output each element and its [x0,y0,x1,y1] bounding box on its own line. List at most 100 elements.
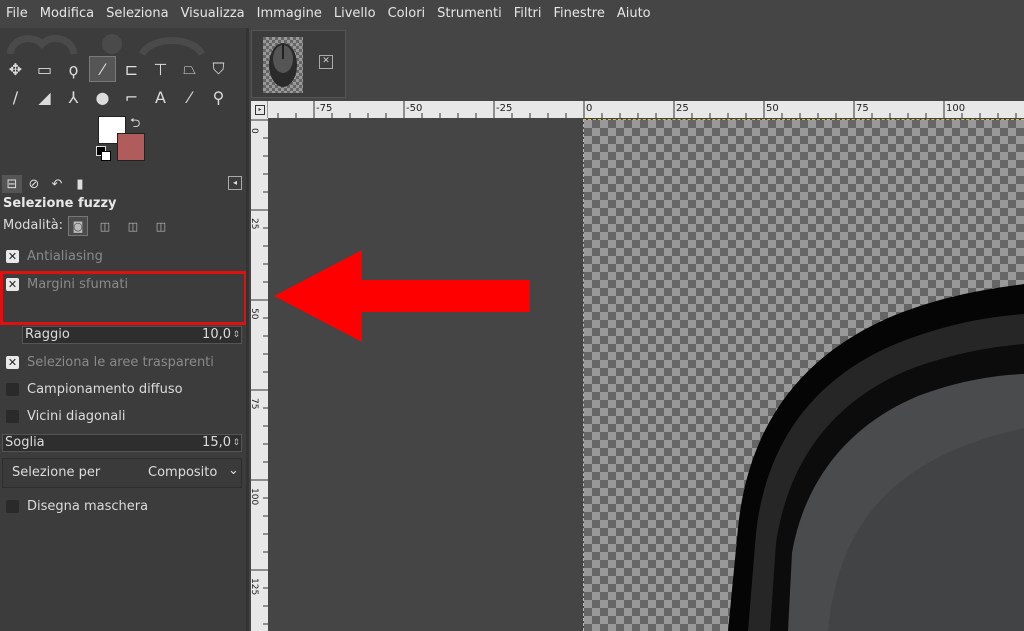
mode-add-icon[interactable]: ◫ [95,216,115,236]
antialiasing-checkbox[interactable]: ✕ Antialiasing [6,247,103,265]
threshold-value[interactable]: 15,0 [202,435,231,451]
smudge-icon[interactable]: ● [89,84,116,110]
chevron-down-icon[interactable]: ⌄ [228,463,239,478]
swap-colors-icon[interactable]: ⮌ [130,114,140,136]
threshold-spinner[interactable]: Soglia 15,0 ⇕ [2,434,242,452]
free-select-icon[interactable]: ϙ [60,56,87,82]
canvas[interactable] [268,118,1024,631]
spin-arrows-icon[interactable]: ⇕ [232,435,240,451]
highlight-box [0,271,247,325]
radius-spinner[interactable]: Raggio 10,0 ⇕ [22,326,242,344]
tool-options-tab-icon[interactable]: ⊟ [2,175,22,193]
tool-grid: ✥ ▭ ϙ ⁄ ⊏ ⊤ ⏢ ⛉ ∕ ◢ ⅄ ● ⌐ A ⁄ ⚲ [2,56,234,112]
spin-arrows-icon[interactable]: ⇕ [232,327,240,343]
diagonal-label: Vicini diagonali [27,408,126,424]
eraser-icon[interactable]: ◢ [31,84,58,110]
draw-mask-label: Disegna maschera [27,498,149,514]
ruler-label: -50 [406,103,422,114]
ruler-label: 25 [676,103,689,114]
menu-livello[interactable]: Livello [328,0,382,28]
ruler-label: -75 [316,103,332,114]
ruler-label: 0 [586,103,592,114]
undo-history-tab-icon[interactable]: ↶ [47,175,67,193]
menubar: File Modifica Seleziona Visualizza Immagine L… [0,0,1024,28]
image-tab[interactable]: ✕ [251,30,346,98]
clone-icon[interactable]: ⅄ [60,84,87,110]
select-transparent-checkbox[interactable]: ✕ Seleziona le aree trasparenti [6,353,214,371]
zoom-icon[interactable]: ⚲ [205,84,232,110]
dock-divider[interactable] [246,28,249,631]
wilber-logo-icon [6,34,206,56]
dock-tab-row: ⊟ ⊘ ↶ ▮ ◂ [0,174,246,194]
mode-label: Modalità: [3,218,64,233]
menu-colori[interactable]: Colori [382,0,432,28]
ruler-label: 0 [251,128,259,134]
ruler-label: -25 [496,103,512,114]
ruler-label: 75 [251,398,259,409]
menu-visualizza[interactable]: Visualizza [175,0,251,28]
tool-options-title: Selezione fuzzy [3,196,117,211]
antialiasing-check-icon[interactable]: ✕ [6,249,19,263]
menu-file[interactable]: File [0,0,34,28]
close-icon[interactable]: ✕ [319,55,333,69]
ruler-label: 100 [251,488,259,505]
radius-value[interactable]: 10,0 [202,327,231,343]
sample-merged-check-icon[interactable] [6,382,19,396]
menu-modifica[interactable]: Modifica [34,0,100,28]
menu-seleziona[interactable]: Seleziona [100,0,174,28]
menu-immagine[interactable]: Immagine [251,0,328,28]
bucket-fill-icon[interactable]: ⛉ [205,56,232,82]
select-transparent-label: Seleziona le aree trasparenti [27,354,214,370]
fuzzy-select-icon[interactable]: ⁄ [89,56,116,82]
menu-aiuto[interactable]: Aiuto [611,0,657,28]
select-by-dropdown[interactable]: Selezione per Composito ⌄ [2,458,242,488]
warp-transform-icon[interactable]: ⏢ [176,56,203,82]
panel-menu-icon[interactable]: ◂ [228,176,242,190]
ruler-label: 50 [251,308,259,320]
color-picker-icon[interactable]: ⁄ [176,84,203,110]
quick-mask-icon[interactable]: ▸ [255,105,265,115]
text-tool-icon[interactable]: A [147,84,174,110]
select-transparent-check-icon[interactable]: ✕ [6,355,19,369]
vertical-ruler[interactable]: 0 25 50 75 100 125 [251,118,268,631]
crop-icon[interactable]: ⊏ [118,56,145,82]
ruler-corner[interactable]: ▸ [251,101,268,118]
ruler-label: 125 [251,578,259,595]
radius-label: Raggio [25,327,70,342]
paths-icon[interactable]: ⌐ [118,84,145,110]
draw-mask-checkbox[interactable]: Disegna maschera [6,497,148,515]
toolbox: ✥ ▭ ϙ ⁄ ⊏ ⊤ ⏢ ⛉ ∕ ◢ ⅄ ● ⌐ A ⁄ ⚲ ⮌ [0,28,246,168]
draw-mask-check-icon[interactable] [6,499,19,513]
mode-subtract-icon[interactable]: ◫ [123,216,143,236]
diagonal-check-icon[interactable] [6,409,19,423]
paintbrush-icon[interactable]: ∕ [2,84,29,110]
device-status-tab-icon[interactable]: ⊘ [24,175,44,193]
images-tab-icon[interactable]: ▮ [70,175,90,193]
ruler-label: 25 [251,218,259,229]
mouse-image [728,284,1024,631]
ruler-label: 100 [946,103,965,114]
threshold-label: Soglia [5,435,45,450]
ruler-label: 50 [766,103,779,114]
ruler-label: 75 [856,103,869,114]
left-dock: ✥ ▭ ϙ ⁄ ⊏ ⊤ ⏢ ⛉ ∕ ◢ ⅄ ● ⌐ A ⁄ ⚲ ⮌ ⊟ ⊘ ↶ ▮ ◂ Selezione f… [0,28,246,631]
background-color-swatch[interactable] [117,133,145,161]
default-colors-icon[interactable] [96,146,111,161]
antialiasing-label: Antialiasing [27,248,103,264]
unified-transform-icon[interactable]: ⊤ [147,56,174,82]
mode-intersect-icon[interactable]: ◫ [151,216,171,236]
menu-strumenti[interactable]: Strumenti [431,0,508,28]
move-tool-icon[interactable]: ✥ [2,56,29,82]
rect-select-icon[interactable]: ▭ [31,56,58,82]
mode-replace-icon[interactable]: ◙ [68,216,88,236]
sample-merged-label: Campionamento diffuso [27,381,183,397]
sample-merged-checkbox[interactable]: Campionamento diffuso [6,380,183,398]
diagonal-neighbors-checkbox[interactable]: Vicini diagonali [6,407,125,425]
horizontal-ruler[interactable]: -75 -50 -25 0 25 50 75 100 [268,101,1024,118]
menu-filtri[interactable]: Filtri [508,0,548,28]
image-thumbnail[interactable] [263,37,303,93]
annotation-arrow-icon [274,250,530,342]
menu-finestre[interactable]: Finestre [548,0,611,28]
select-by-label: Selezione per [12,465,101,480]
select-by-value[interactable]: Composito [148,465,217,480]
